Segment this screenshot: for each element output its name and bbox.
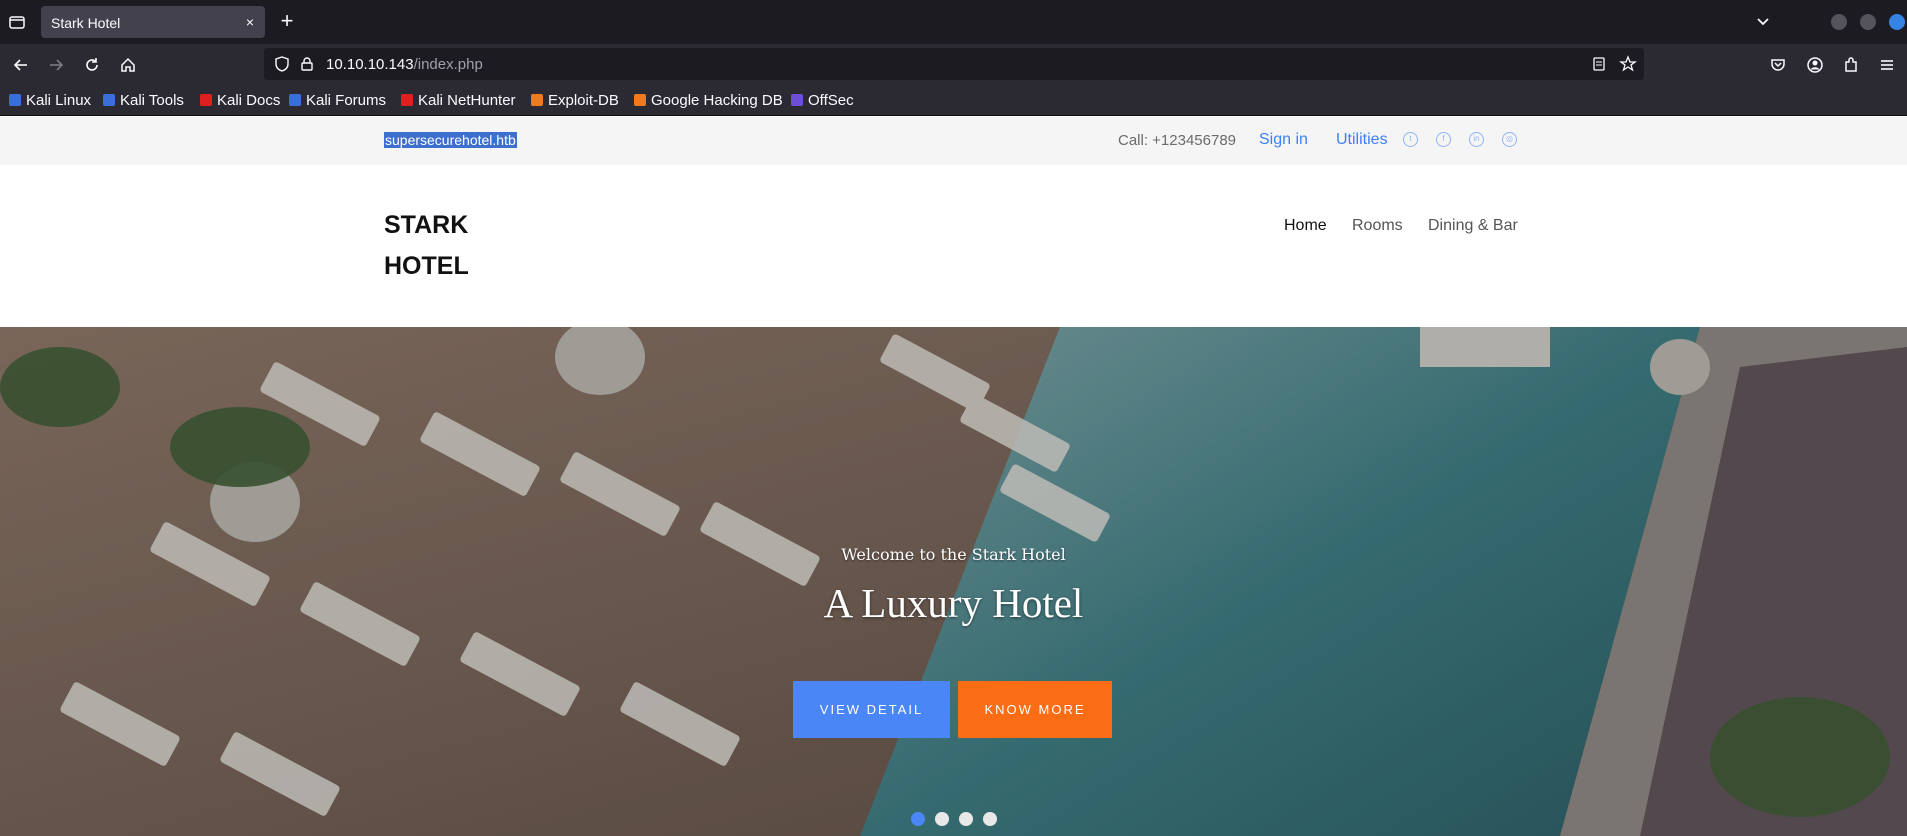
instagram-icon[interactable]: ◎ [1502,132,1517,147]
kali-nethunter-favicon-icon [401,94,413,106]
exploit-db-favicon-icon [531,94,543,106]
url-host: 10.10.10.143 [326,56,414,73]
logo-line-1: STARK [384,211,469,239]
kali-docs-favicon-icon [200,94,212,106]
bookmark-label: Kali Forums [306,92,387,109]
pocket-icon[interactable] [1767,54,1789,76]
reader-mode-icon[interactable] [1590,55,1608,78]
bookmark-kali-forums[interactable]: Kali Forums [289,92,386,109]
sign-in-link[interactable]: Sign in [1259,131,1308,149]
hero-headline: A Luxury Hotel [823,580,1084,626]
reload-icon[interactable] [81,54,103,76]
bookmark-label: Exploit-DB [548,92,619,109]
minimize-button[interactable] [1831,14,1847,30]
ghdb-favicon-icon [634,94,646,106]
kali-forums-favicon-icon [289,94,301,106]
home-icon[interactable] [117,54,139,76]
browser-tab-bar: Stark Hotel × + [0,0,1907,44]
facebook-icon[interactable]: f [1436,132,1451,147]
nav-rooms[interactable]: Rooms [1352,217,1403,235]
tab-close-icon[interactable]: × [241,13,259,31]
browser-nav-bar: 10.10.10.143/index.php [0,44,1907,86]
phone-number: Call: +123456789 [1118,132,1237,149]
url-path: /index.php [413,56,483,73]
tab-list-icon[interactable] [6,11,28,33]
close-window-button[interactable] [1889,14,1905,30]
maximize-button[interactable] [1860,14,1876,30]
bookmark-label: Kali Tools [120,92,184,109]
bookmark-label: Google Hacking DB [651,92,783,109]
site-header: STARK HOTEL Home Rooms Dining & Bar [0,165,1907,327]
shield-icon[interactable] [272,54,292,79]
logo-line-2: HOTEL [384,252,469,280]
utilities-link[interactable]: Utilities [1336,131,1388,149]
slider-dot-1[interactable] [911,812,925,826]
extensions-icon[interactable] [1840,54,1862,76]
bookmark-label: OffSec [808,92,854,109]
offsec-favicon-icon [791,94,803,106]
back-arrow-icon[interactable] [10,54,32,76]
tab-stark-hotel[interactable]: Stark Hotel × [41,6,265,38]
domain-text-selected: supersecurehotel.htb [384,132,517,148]
url-text[interactable]: 10.10.10.143/index.php [326,56,483,73]
hero-slider: Welcome to the Stark Hotel A Luxury Hote… [0,327,1907,836]
bookmark-kali-docs[interactable]: Kali Docs [200,92,280,109]
linkedin-icon[interactable]: in [1469,132,1484,147]
new-tab-button[interactable]: + [276,10,298,33]
kali-tools-favicon-icon [103,94,115,106]
twitter-icon[interactable]: t [1403,132,1418,147]
site-topbar: supersecurehotel.htb Call: +123456789 Si… [0,117,1907,165]
bookmark-kali-tools[interactable]: Kali Tools [103,92,184,109]
kali-linux-favicon-icon [9,94,21,106]
nav-home[interactable]: Home [1284,217,1327,235]
bookmark-kali-linux[interactable]: Kali Linux [9,92,91,109]
site-logo[interactable]: STARK HOTEL [384,205,504,287]
bookmark-label: Kali Docs [217,92,281,109]
bookmarks-toolbar: Kali Linux Kali Tools Kali Docs Kali For… [0,86,1907,116]
view-detail-button[interactable]: VIEW DETAIL [793,681,950,738]
bookmark-label: Kali NetHunter [418,92,516,109]
bookmark-google-hacking-db[interactable]: Google Hacking DB [634,92,783,109]
slider-dot-4[interactable] [983,812,997,826]
bookmark-star-icon[interactable] [1618,54,1638,79]
slider-dot-3[interactable] [959,812,973,826]
know-more-button[interactable]: KNOW MORE [958,681,1112,738]
slider-dot-2[interactable] [935,812,949,826]
bookmark-label: Kali Linux [26,92,92,109]
hero-welcome-text: Welcome to the Stark Hotel [841,545,1066,564]
nav-dining-bar[interactable]: Dining & Bar [1428,217,1518,235]
forward-arrow-icon[interactable] [45,54,67,76]
tab-title: Stark Hotel [51,15,121,31]
bookmark-exploit-db[interactable]: Exploit-DB [531,92,619,109]
chevron-down-icon[interactable] [1752,11,1774,33]
lock-icon[interactable] [298,55,316,78]
account-icon[interactable] [1804,54,1826,76]
address-bar[interactable]: 10.10.10.143/index.php [264,48,1644,80]
menu-icon[interactable] [1876,54,1898,76]
bookmark-kali-nethunter[interactable]: Kali NetHunter [401,92,516,109]
bookmark-offsec[interactable]: OffSec [791,92,854,109]
